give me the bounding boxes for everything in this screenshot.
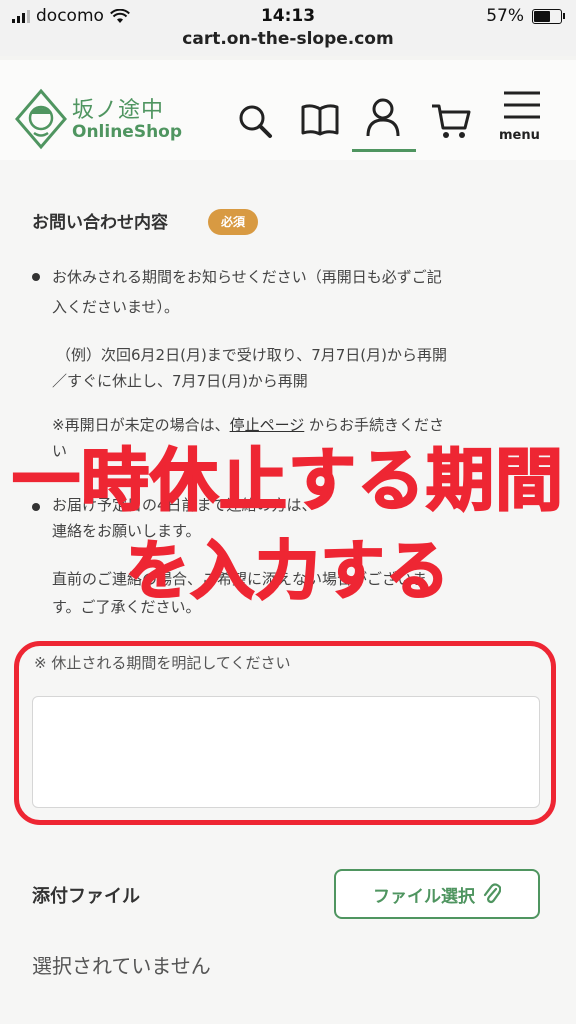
attachment-label: 添付ファイル <box>32 886 140 907</box>
highlight-box <box>14 641 556 825</box>
status-bar: docomo 14:13 57% cart.on-the-slope.com <box>0 0 576 56</box>
overlay-text-line1: 一時休止する期間 <box>11 441 564 522</box>
battery-percent: 57% <box>486 6 524 26</box>
battery-area: 57% <box>486 6 565 26</box>
user-icon[interactable] <box>364 96 402 138</box>
url-bar[interactable]: cart.on-the-slope.com <box>0 29 576 49</box>
example-line2: ／すぐに休止し、7月7日(月)から再開 <box>52 372 308 390</box>
bullet1-line1: お休みされる期間をお知らせください（再開日も必ずご記 <box>52 268 442 286</box>
logo-en-text: OnlineShop <box>72 122 183 142</box>
file-select-button[interactable]: ファイル選択 <box>334 869 540 919</box>
logo-icon[interactable] <box>14 88 68 150</box>
note-line1: ※再開日が未定の場合は、停止ページ からお手続きくださ <box>52 410 444 440</box>
section-title: お問い合わせ内容 <box>32 213 168 233</box>
no-file-text: 選択されていません <box>32 954 211 978</box>
paperclip-icon <box>483 883 501 904</box>
logo[interactable]: 坂ノ途中 OnlineShop <box>72 92 182 142</box>
cart-icon[interactable] <box>430 102 472 140</box>
logo-jp-text: 坂ノ途中 <box>72 98 165 123</box>
hamburger-icon[interactable] <box>502 90 542 120</box>
search-icon[interactable] <box>236 102 274 140</box>
file-select-label: ファイル選択 <box>373 886 475 907</box>
note-prefix: ※再開日が未定の場合は、 <box>52 416 230 434</box>
bullet-icon <box>32 273 40 281</box>
bullet1-line2: 入くださいませ）。 <box>52 298 180 316</box>
menu-label[interactable]: menu <box>499 128 540 143</box>
required-badge: 必須 <box>208 209 258 235</box>
book-icon[interactable] <box>300 102 340 138</box>
active-tab-indicator <box>352 149 416 152</box>
battery-icon <box>532 8 565 24</box>
site-header: 坂ノ途中 OnlineShop <box>0 60 576 160</box>
overlay-text-line2: を入力する <box>125 534 451 610</box>
note-suffix: からお手続きくださ <box>304 416 445 434</box>
stop-page-link[interactable]: 停止ページ <box>230 416 305 434</box>
